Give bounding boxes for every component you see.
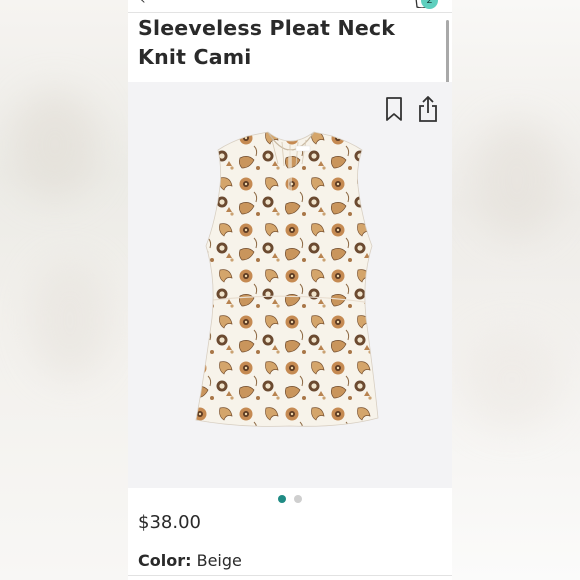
top-nav-bar: ‹ 2 — [128, 0, 452, 13]
back-arrow-icon[interactable]: ‹ — [140, 0, 146, 8]
color-label: Color: — [138, 551, 192, 570]
carousel-dot[interactable] — [294, 495, 302, 503]
carousel-indicator — [128, 495, 452, 505]
share-icon[interactable] — [417, 95, 439, 123]
color-selection: Color: Beige — [138, 551, 242, 570]
product-price: $38.00 — [138, 512, 201, 533]
bookmark-icon[interactable] — [384, 96, 404, 122]
product-title-line: Sleeveless Pleat Neck — [138, 16, 396, 40]
carousel-dot-active[interactable] — [278, 495, 286, 503]
blurred-background-left — [0, 0, 128, 580]
product-image — [195, 131, 379, 427]
product-title: Sleeveless Pleat Neck Knit Cami — [138, 14, 438, 72]
color-value: Beige — [196, 551, 242, 570]
product-title-line: Knit Cami — [138, 45, 252, 69]
product-detail-screen: ‹ 2 Sleeveless Pleat Neck Knit Cami $38.… — [128, 0, 452, 580]
blurred-background-right — [452, 0, 580, 580]
bottom-divider — [128, 575, 452, 576]
